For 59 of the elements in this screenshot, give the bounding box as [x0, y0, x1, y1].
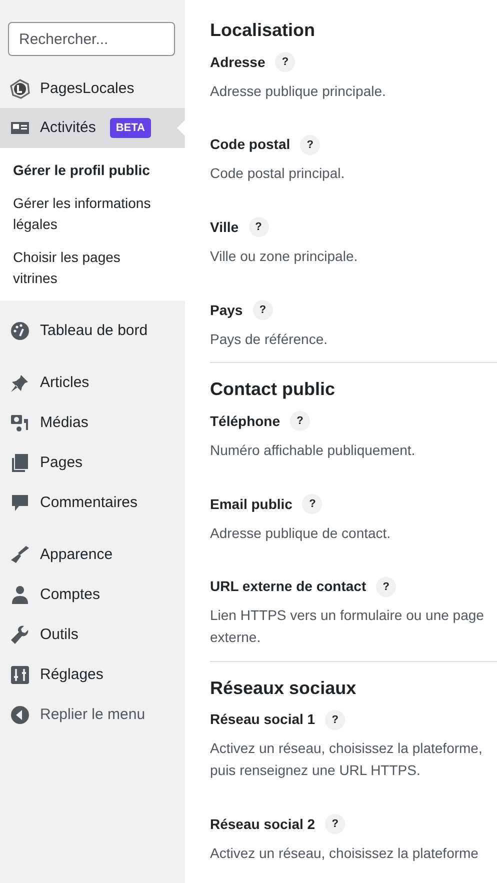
field-description: Code postal principal. [210, 164, 346, 184]
menu-item[interactable]: Apparence [0, 535, 185, 575]
field-description: Ville ou zone principale. [210, 246, 359, 266]
help-button[interactable]: ? [252, 300, 273, 320]
help-button[interactable]: ? [290, 411, 310, 432]
speech-bubble-icon [10, 493, 30, 513]
help-button[interactable]: ? [325, 710, 346, 730]
menu-label: Activités [40, 118, 96, 138]
field-description: Activez un réseau, choisissez la plateforme [210, 844, 480, 863]
sliders-icon [10, 665, 30, 685]
field-description: Lien HTTPS vers un formulaire ou une page externe. [210, 606, 485, 647]
field-description: Adresse publique de contact. [210, 524, 392, 543]
search-field[interactable]: Rechercher... [8, 22, 175, 56]
help-button[interactable]: ? [376, 576, 396, 597]
brand-link[interactable]: PagesLocales [0, 70, 185, 108]
pages-icon [10, 453, 30, 473]
wrench-icon [10, 625, 30, 645]
submenu-link[interactable]: Gérer les informations légales [0, 187, 185, 241]
collapse-menu-button[interactable]: Replier le menu [0, 695, 185, 735]
field-description: Adresse publique principale. [210, 82, 387, 101]
menu-item[interactable]: Réglages [0, 655, 185, 695]
menu-item[interactable]: Activités BETA [0, 108, 185, 148]
field-label: Adresse [210, 52, 266, 72]
submenu-link[interactable]: Gérer le profil public [0, 154, 185, 187]
field-description: Activez un réseau, choisissez la plateforme, puis renseignez une URL HTTPS. [210, 739, 484, 780]
person-icon [10, 585, 30, 605]
help-button[interactable]: ? [300, 134, 320, 155]
field-label: Code postal [210, 135, 290, 154]
help-button[interactable]: ? [302, 494, 322, 514]
field-label: Réseau social 1 [210, 710, 316, 730]
menu-item[interactable]: Médias [0, 403, 185, 443]
menu-item[interactable]: Pages [0, 443, 185, 483]
section-heading: Réseaux sociaux [210, 678, 358, 700]
menu-item[interactable]: Outils [0, 615, 185, 655]
menu-item[interactable]: Commentaires [0, 483, 185, 523]
media-icon [10, 413, 30, 433]
section-heading: Localisation [210, 20, 316, 42]
help-button[interactable]: ? [275, 52, 296, 72]
menu-item[interactable]: Tableau de bord [0, 311, 185, 351]
field-label: Email public [210, 494, 292, 514]
collapse-icon [10, 705, 30, 725]
field-label: Pays [210, 300, 243, 320]
submenu-link[interactable]: Choisir les pages vitrines [0, 241, 185, 295]
beta-badge: BETA [110, 118, 151, 138]
field-label: Téléphone [210, 412, 280, 431]
section-heading: Contact public [210, 379, 336, 401]
field-label: Ville [210, 218, 239, 237]
field-label: URL externe de contact [210, 577, 366, 596]
help-button[interactable]: ? [325, 814, 346, 834]
help-button[interactable]: ? [248, 217, 269, 238]
menu-item[interactable]: Comptes [0, 575, 185, 615]
logo-icon [10, 79, 30, 99]
menu-item[interactable]: Articles [0, 363, 185, 403]
gauge-icon [10, 321, 30, 341]
field-description: Pays de référence. [210, 330, 329, 349]
brush-icon [10, 545, 30, 565]
field-label: Réseau social 2 [210, 814, 316, 834]
pin-icon [10, 373, 30, 393]
field-description: Numéro affichable publiquement. [210, 440, 416, 460]
